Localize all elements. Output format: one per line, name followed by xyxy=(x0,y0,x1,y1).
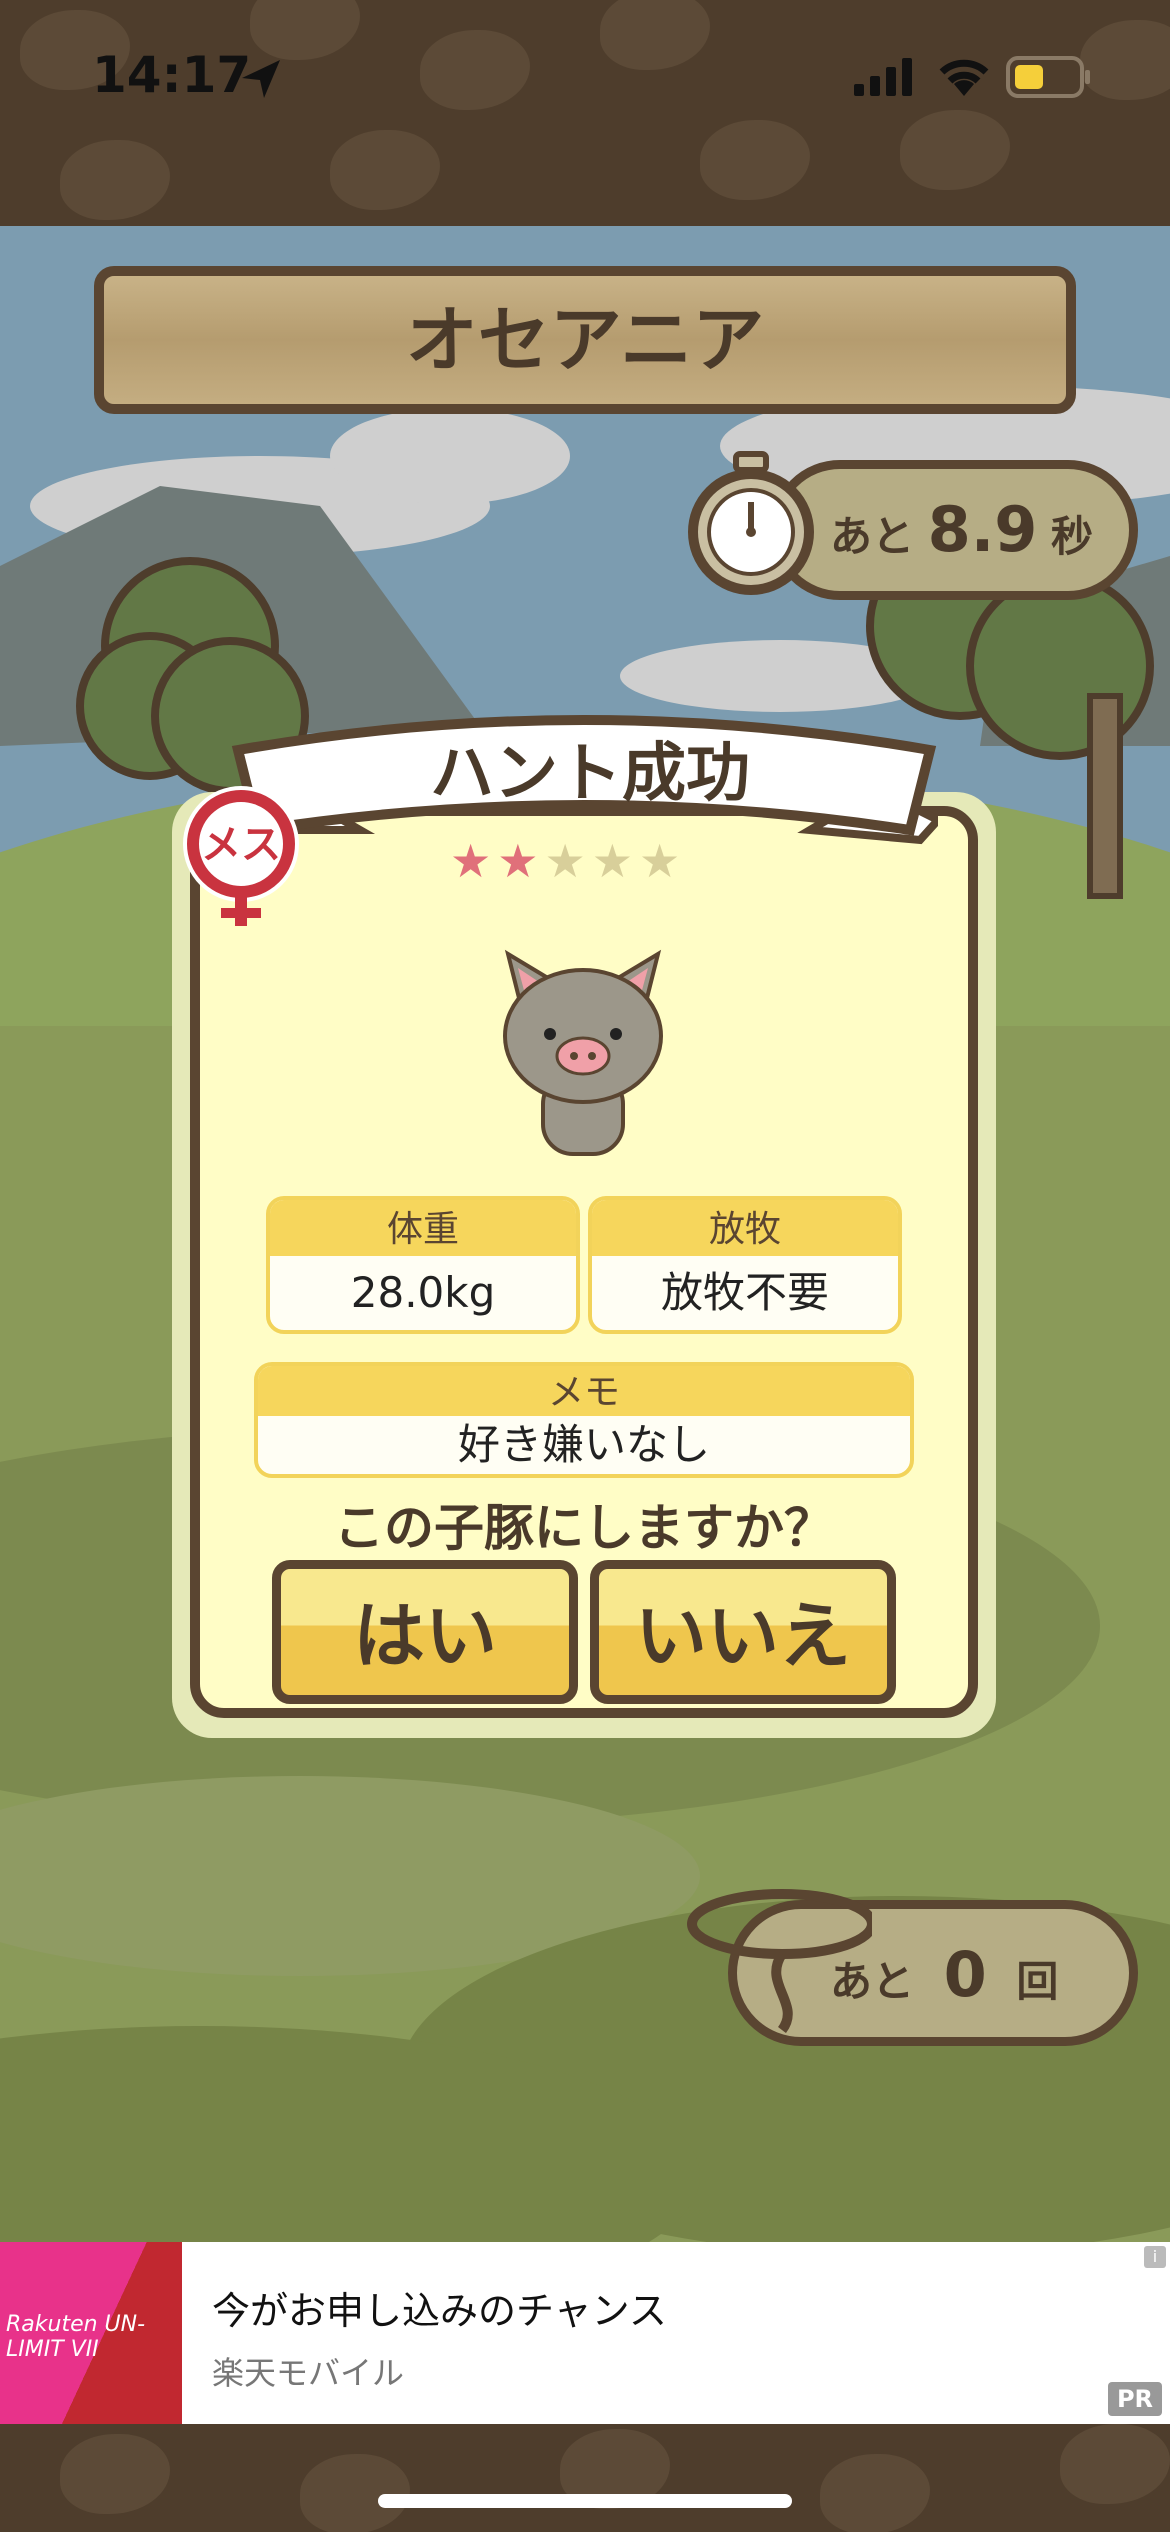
female-icon: メス xyxy=(183,786,299,926)
stopwatch-icon xyxy=(688,451,814,595)
lasso-value: 0 xyxy=(943,1938,987,2011)
star-icon: ★ xyxy=(591,834,639,888)
timer-readout: あと 8.9 秒 xyxy=(830,480,1110,580)
yes-button[interactable]: はい xyxy=(272,1560,578,1704)
weight-value: 28.0kg xyxy=(350,1268,496,1317)
home-indicator[interactable] xyxy=(378,2494,792,2508)
memo-value: 好き嫌いなし xyxy=(457,1420,710,1469)
bottom-background xyxy=(0,2424,1170,2532)
graze-value: 放牧不要 xyxy=(660,1268,829,1317)
lasso-unit: 回 xyxy=(1016,1957,1059,2006)
result-banner-text: ハント成功 xyxy=(430,737,750,811)
status-time: 14:17 xyxy=(92,46,252,104)
star-icon: ★ xyxy=(544,834,592,888)
confirm-question: この子豚にしますか？ xyxy=(334,1499,834,1557)
piglet-image xyxy=(503,949,663,1156)
ad-title[interactable]: 今がお申し込みのチャンス xyxy=(212,2280,1112,2333)
battery-icon xyxy=(1006,56,1090,98)
lasso-prefix: あと xyxy=(830,1957,915,2006)
timer-value: 8.9 xyxy=(927,493,1038,566)
rarity-stars: ★★★★★ xyxy=(450,834,720,894)
graze-field: 放牧 放牧不要 xyxy=(588,1196,902,1334)
gender-label: メス xyxy=(201,822,281,868)
star-icon: ★ xyxy=(450,834,498,888)
weight-field: 体重 28.0kg xyxy=(266,1196,580,1334)
timer-prefix: あと xyxy=(830,512,915,561)
ad-pr-badge: PR xyxy=(1108,2382,1162,2416)
lasso-readout: あと 0 回 xyxy=(830,1925,1100,2025)
location-arrow-icon xyxy=(242,60,280,98)
weight-label: 体重 xyxy=(270,1200,576,1256)
wifi-icon xyxy=(939,59,989,96)
status-bar-background xyxy=(0,0,1170,226)
no-button[interactable]: いいえ xyxy=(590,1560,896,1704)
timer-unit: 秒 xyxy=(1051,512,1094,561)
ad-subtitle: 楽天モバイル xyxy=(212,2354,405,2392)
memo-label: メモ xyxy=(258,1366,910,1416)
memo-field: メモ 好き嫌いなし xyxy=(254,1362,914,1478)
signal-icon xyxy=(854,58,912,96)
star-icon: ★ xyxy=(639,834,687,888)
star-icon: ★ xyxy=(497,834,545,888)
region-title: オセアニア xyxy=(405,298,765,382)
ad-info-icon[interactable]: i xyxy=(1144,2246,1166,2268)
graze-label: 放牧 xyxy=(592,1200,898,1256)
ad-logo-text: Rakuten UN-LIMIT VII xyxy=(6,2312,146,2362)
